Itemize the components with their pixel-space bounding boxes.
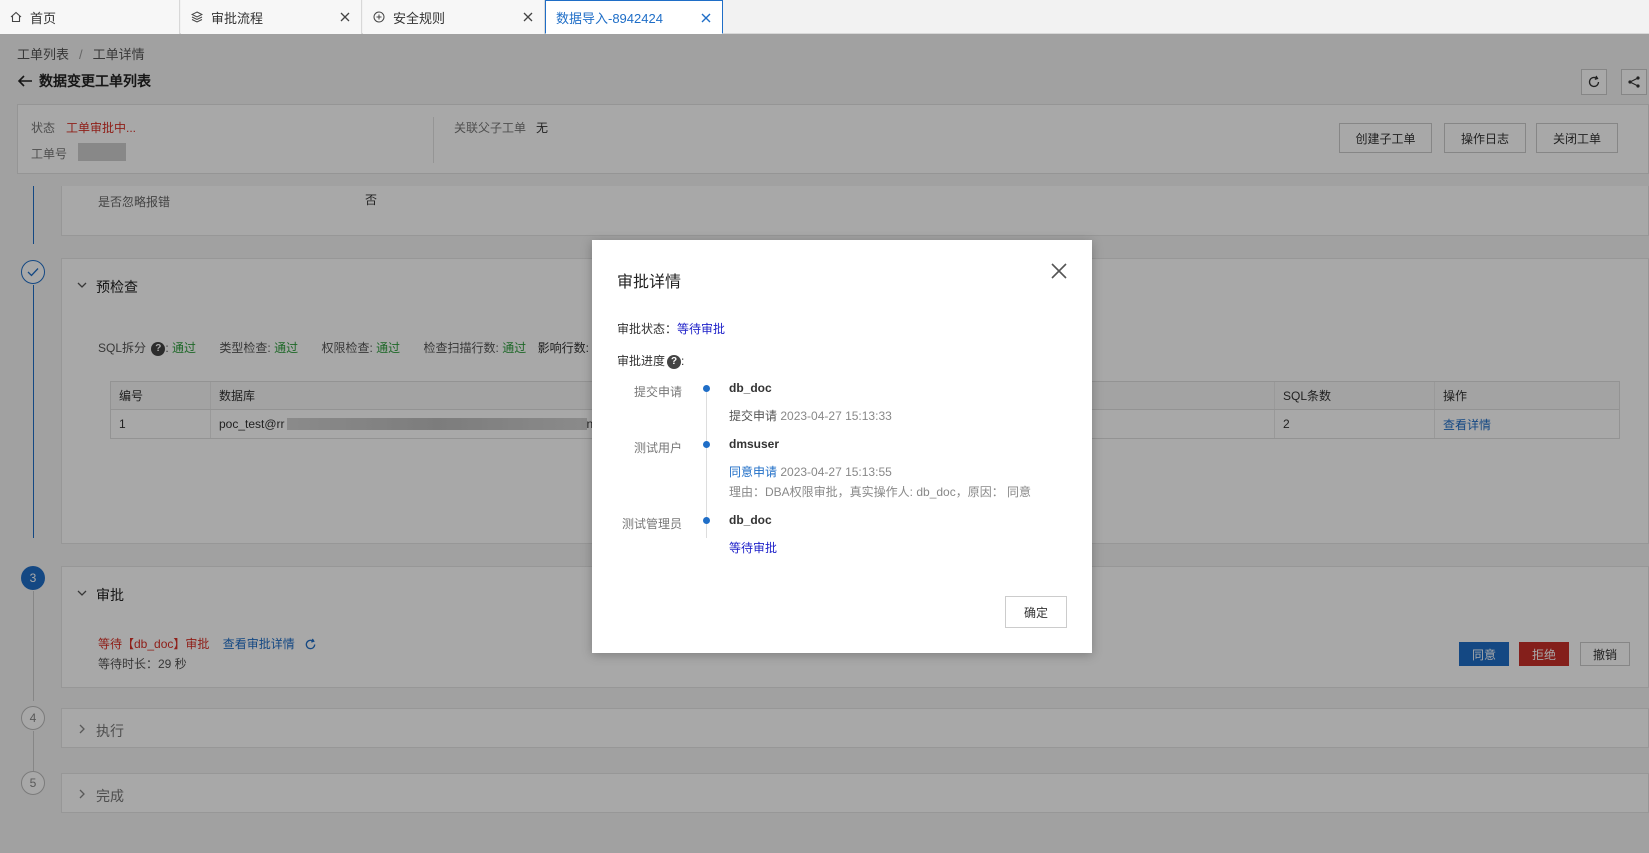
timeline-role: 测试管理员: [621, 517, 682, 531]
tab-label: 首页: [30, 10, 57, 26]
tab-label: 数据导入-8942424: [556, 10, 663, 26]
dialog-title: 审批详情: [617, 274, 682, 291]
timeline-dot: [703, 385, 710, 392]
approval-status-value: 等待审批: [677, 322, 726, 336]
tab-label: 审批流程: [211, 10, 264, 26]
timeline-role: 测试用户: [633, 441, 682, 455]
approval-detail-dialog: 审批详情 审批状态：等待审批 审批进度?: 提交申请 db_doc 提交申请 2…: [592, 240, 1092, 653]
layers-icon: [191, 11, 203, 23]
question-icon[interactable]: ?: [667, 354, 682, 369]
tab-home[interactable]: 首页: [0, 0, 180, 34]
timeline-user: db_doc: [729, 381, 772, 395]
timeline-action: 提交申请 2023-04-27 15:13:33: [729, 409, 892, 423]
tab-bar: 首页 审批流程 安全规则 数据导入-8942424: [0, 0, 1649, 34]
confirm-button[interactable]: 确定: [1005, 596, 1067, 628]
timeline-user: dmsuser: [729, 437, 780, 451]
approval-status-row: 审批状态：等待审批: [617, 322, 726, 336]
close-icon[interactable]: [339, 11, 351, 23]
timeline-action: 同意申请 2023-04-27 15:13:55: [729, 465, 892, 479]
close-icon[interactable]: [522, 11, 534, 23]
home-icon: [10, 11, 22, 23]
timeline-line: [706, 388, 707, 538]
tab-security-rules[interactable]: 安全规则: [363, 0, 545, 34]
plus-circle-icon: [373, 11, 385, 23]
tab-data-import[interactable]: 数据导入-8942424: [545, 0, 723, 34]
timeline-dot: [703, 517, 710, 524]
timeline-dot: [703, 441, 710, 448]
tab-label: 安全规则: [393, 10, 446, 26]
timeline-role: 提交申请: [633, 385, 682, 399]
approval-progress-label: 审批进度?:: [617, 354, 685, 369]
tab-approval-flow[interactable]: 审批流程: [181, 0, 362, 34]
close-icon[interactable]: [1050, 262, 1068, 280]
close-icon[interactable]: [700, 12, 712, 24]
timeline-user: db_doc: [729, 513, 772, 527]
timeline-action: 等待审批: [729, 541, 778, 555]
timeline-reason: 理由：DBA权限审批，真实操作人: db_doc，原因： 同意: [729, 485, 1032, 499]
